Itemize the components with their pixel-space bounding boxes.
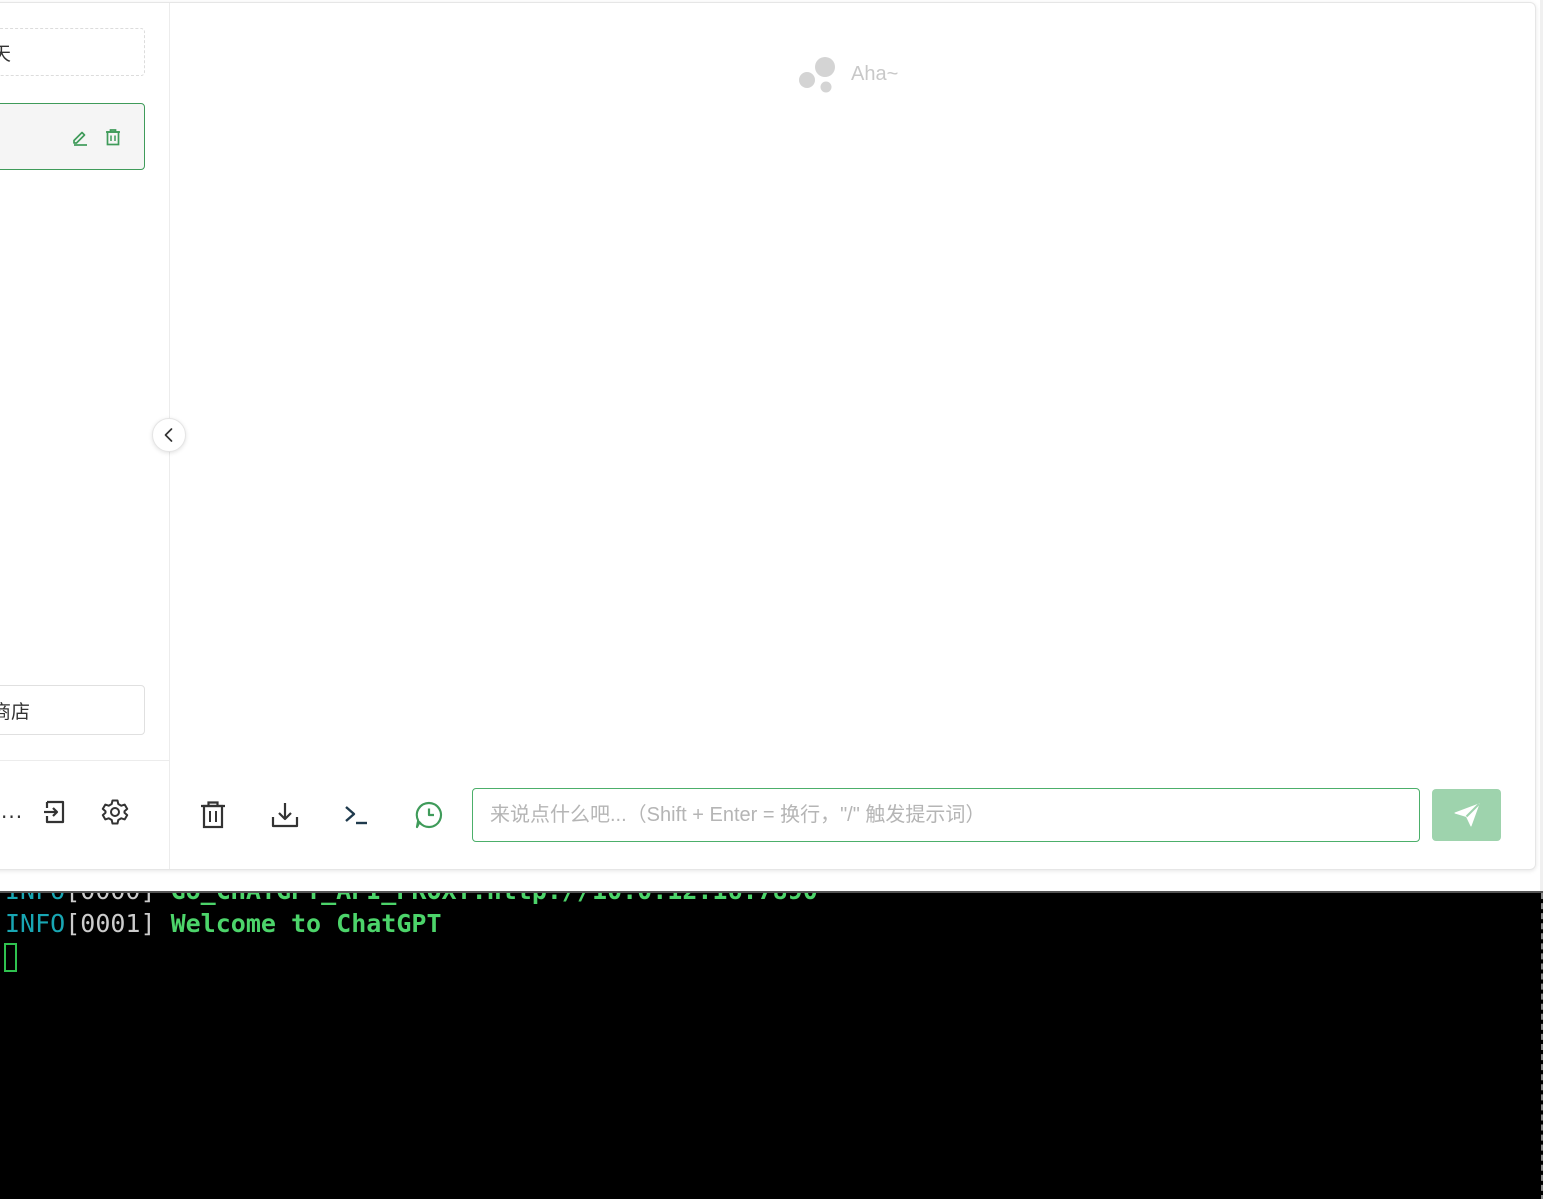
gear-icon[interactable] <box>100 797 130 827</box>
screen: 天 商店 ... Aha~ 来说点什么吧...（Shift + Enter = … <box>0 0 1543 1199</box>
log-level: INFO <box>5 909 66 938</box>
sidebar: 天 商店 ... <box>0 3 170 869</box>
bubbles-icon <box>799 57 835 93</box>
send-icon <box>1454 803 1480 827</box>
history-toggle-button[interactable] <box>412 798 446 832</box>
prompt-button[interactable] <box>340 798 374 832</box>
download-icon <box>271 803 299 828</box>
chat-history-item[interactable] <box>0 103 145 170</box>
chat-main: Aha~ <box>170 3 1534 869</box>
prompt-store-button[interactable]: 商店 <box>0 685 145 735</box>
send-button[interactable] <box>1432 789 1501 841</box>
download-button[interactable] <box>268 798 302 832</box>
prompt-store-label: 商店 <box>0 700 31 723</box>
terminal-line: INFO[0000] Go_CHATGPT_API_PROXY:http://1… <box>5 893 818 907</box>
log-code: [0001] <box>65 909 156 938</box>
new-chat-label: 天 <box>0 42 12 65</box>
empty-state-text: Aha~ <box>851 62 899 85</box>
chat-app-window: 天 商店 ... Aha~ 来说点什么吧...（Shift + Enter = … <box>0 2 1536 870</box>
log-message: Welcome to ChatGPT <box>155 909 442 938</box>
logout-icon[interactable] <box>40 797 70 827</box>
sidebar-footer: ... <box>0 760 169 870</box>
clear-chat-button[interactable] <box>196 798 230 832</box>
trash-icon[interactable] <box>102 126 124 148</box>
log-level: INFO <box>5 893 65 905</box>
user-name: ... <box>1 799 24 823</box>
edit-icon[interactable] <box>69 126 91 148</box>
log-code: [0000] <box>65 893 155 905</box>
empty-state: Aha~ <box>799 55 898 93</box>
new-chat-button[interactable]: 天 <box>0 28 145 76</box>
trash-icon <box>201 801 225 829</box>
terminal-panel[interactable]: INFO[0000] Go_CHATGPT_API_PROXY:http://1… <box>0 891 1543 1199</box>
terminal-cursor <box>4 943 17 972</box>
chat-history-icon <box>415 801 443 829</box>
chat-input[interactable] <box>472 788 1420 842</box>
terminal-line: INFO[0001] Welcome to ChatGPT <box>5 908 442 940</box>
terminal-prompt-icon <box>345 806 367 825</box>
log-message: Go_CHATGPT_API_PROXY:http://10.0.12.16:7… <box>156 893 818 905</box>
